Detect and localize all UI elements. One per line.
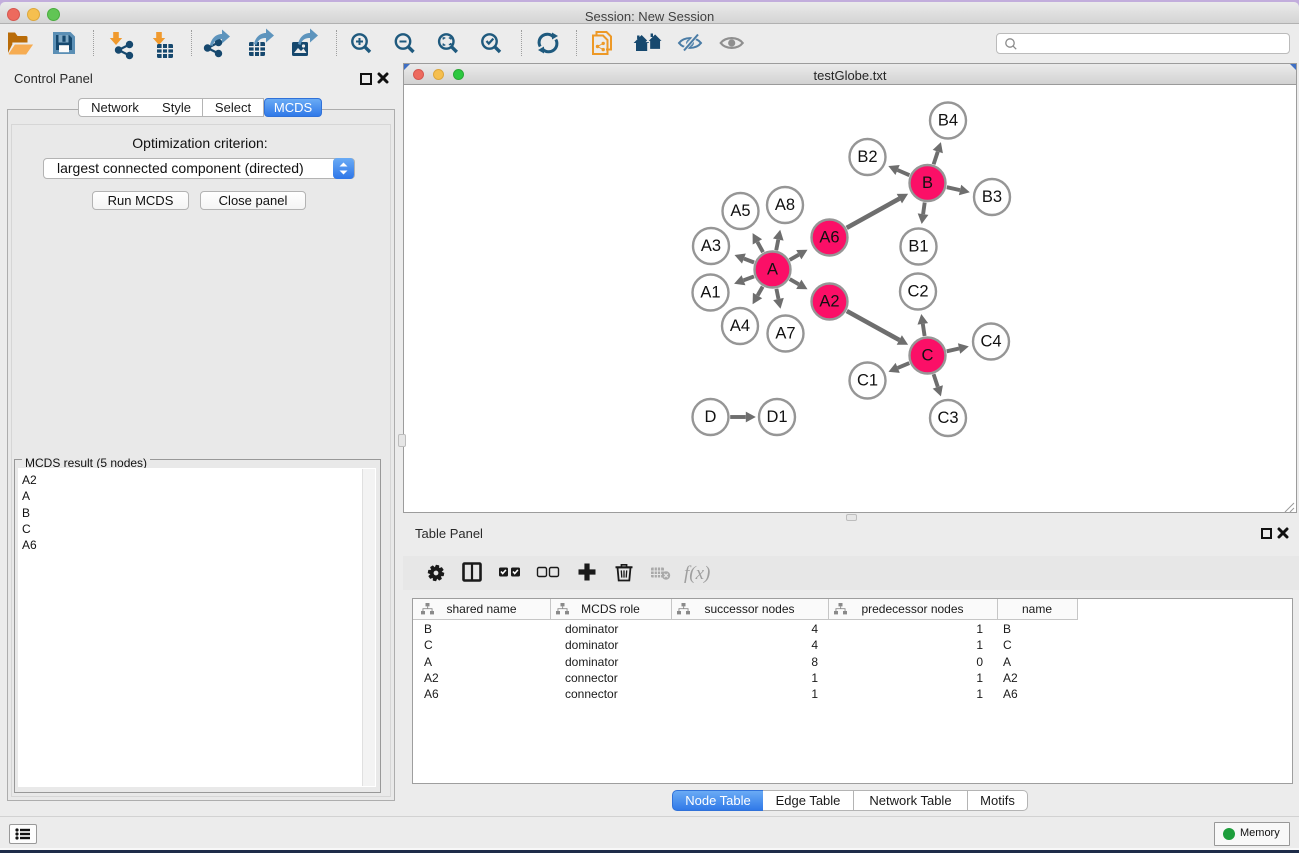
svg-text:C1: C1 — [857, 372, 878, 390]
svg-text:C4: C4 — [980, 333, 1001, 351]
svg-text:B2: B2 — [857, 148, 877, 166]
svg-text:B: B — [922, 174, 933, 192]
svg-text:A8: A8 — [775, 196, 795, 214]
svg-text:B3: B3 — [982, 188, 1002, 206]
svg-text:A5: A5 — [730, 202, 750, 220]
svg-text:D1: D1 — [766, 408, 787, 426]
svg-text:B1: B1 — [908, 238, 928, 256]
svg-text:A7: A7 — [775, 325, 795, 343]
svg-text:A6: A6 — [819, 229, 839, 247]
svg-text:A3: A3 — [701, 237, 721, 255]
svg-text:A2: A2 — [819, 293, 839, 311]
svg-text:A1: A1 — [700, 284, 720, 302]
svg-text:B4: B4 — [938, 112, 958, 130]
svg-text:D: D — [705, 408, 717, 426]
svg-text:f(x): f(x) — [684, 563, 710, 584]
svg-text:A4: A4 — [730, 317, 750, 335]
svg-text:C2: C2 — [907, 283, 928, 301]
svg-text:C: C — [922, 347, 934, 365]
svg-text:C3: C3 — [937, 409, 958, 427]
svg-text:A: A — [767, 261, 778, 279]
